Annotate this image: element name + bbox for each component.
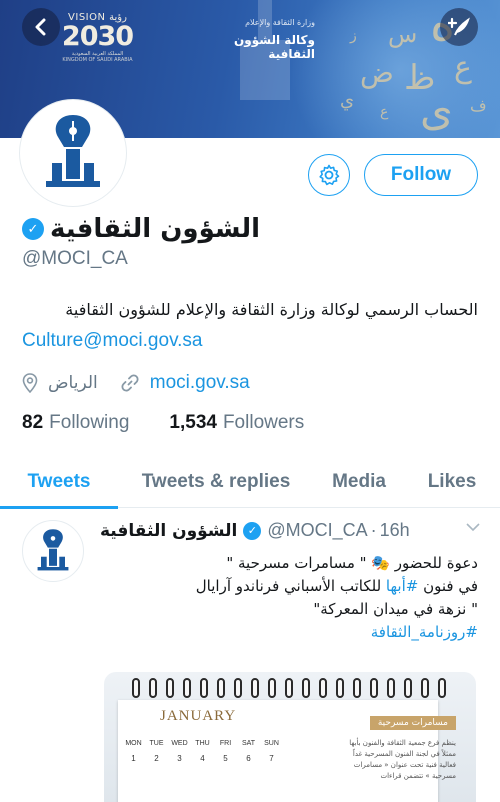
compose-plus-icon bbox=[448, 17, 470, 36]
date-number: 5 bbox=[223, 754, 228, 763]
weekday-label: THU bbox=[195, 740, 210, 747]
tweet-author-name[interactable]: الشؤون الثقافية bbox=[100, 521, 237, 541]
bio-email-link[interactable]: Culture@moci.gov.sa bbox=[22, 330, 203, 352]
link-icon bbox=[121, 374, 139, 392]
hashtag-link[interactable]: #روزنامة_الثقافة bbox=[98, 621, 478, 644]
calendar-weekdays: MON TUE WED THU FRI SAT SUN bbox=[124, 740, 281, 747]
tweet-text: دعوة للحضور 🎭 " مسامرات مسرحية " في فنون… bbox=[98, 552, 478, 644]
ministry-name: وزارة الثقافة والإعلام bbox=[245, 18, 315, 27]
letter-glyph: ض bbox=[360, 56, 394, 89]
date-number: 4 bbox=[200, 754, 205, 763]
agency-logo bbox=[46, 115, 100, 187]
tab-tweets-replies[interactable]: Tweets & replies bbox=[118, 456, 314, 508]
letter-glyph: س bbox=[388, 20, 418, 48]
vision-year: 2030 bbox=[61, 21, 134, 52]
tweet-time: 16h bbox=[379, 520, 410, 540]
weekday-label: SUN bbox=[264, 740, 279, 747]
tweet-line: " نزهة في ميدان المعركة" bbox=[313, 600, 478, 618]
agency-logo bbox=[37, 529, 69, 571]
weekday-label: MON bbox=[125, 740, 142, 747]
followers-number: 1,534 bbox=[169, 412, 217, 433]
tweet-line: دعوة للحضور 🎭 " مسامرات مسرحية " bbox=[226, 554, 478, 572]
calendar-dates: 1 2 3 4 5 6 7 bbox=[124, 754, 281, 763]
weekday-label: FRI bbox=[219, 740, 232, 747]
hashtag-link[interactable]: #أبها bbox=[386, 577, 418, 595]
tweet-item[interactable]: الشؤون الثقافية ✓ @MOCI_CA · 16h دعوة لل… bbox=[0, 508, 500, 802]
back-button[interactable] bbox=[22, 8, 60, 46]
profile-website-link[interactable]: moci.gov.sa bbox=[150, 372, 250, 394]
date-number: 3 bbox=[177, 754, 182, 763]
letter-glyph: ف bbox=[470, 96, 487, 115]
tweet-separator: · bbox=[370, 520, 377, 540]
date-number: 2 bbox=[154, 754, 159, 763]
date-number: 1 bbox=[131, 754, 136, 763]
followers-count[interactable]: 1,534 Followers bbox=[169, 412, 304, 434]
verified-badge-icon: ✓ bbox=[22, 218, 44, 240]
gear-icon bbox=[319, 164, 340, 186]
letter-glyph: ى bbox=[420, 86, 453, 135]
following-count[interactable]: 82 Following bbox=[22, 412, 129, 434]
profile-name-row: ✓ الشؤون الثقافية bbox=[22, 214, 260, 244]
tweet-avatar[interactable] bbox=[22, 520, 84, 582]
date-number: 7 bbox=[269, 754, 274, 763]
tweet-header: الشؤون الثقافية ✓ @MOCI_CA · 16h bbox=[100, 520, 410, 541]
tweet-text-segment: في فنون bbox=[418, 577, 478, 595]
letter-glyph: ي bbox=[340, 90, 355, 111]
profile-handle: @MOCI_CA bbox=[22, 248, 128, 269]
tab-tweets[interactable]: Tweets bbox=[0, 456, 118, 509]
profile-bio: الحساب الرسمي لوكالة وزارة الثقافة والإع… bbox=[65, 300, 478, 319]
weekday-label: TUE bbox=[149, 740, 164, 747]
followers-label: Followers bbox=[222, 412, 305, 433]
agency-name: وكالة الشؤون الثقافية bbox=[234, 33, 315, 61]
vision-2030-logo: VISION رؤية 2030 المملكة العربية السعودي… bbox=[50, 12, 145, 63]
calendar-event-tag: مسامرات مسرحية bbox=[369, 716, 456, 730]
profile-tabs: Tweets Tweets & replies Media Likes bbox=[0, 456, 500, 509]
compose-button[interactable] bbox=[440, 8, 478, 46]
vision-country-en: KINGDOM OF SAUDI ARABIA bbox=[62, 57, 133, 63]
weekday-label: SAT bbox=[241, 740, 256, 747]
agency-title: وزارة الثقافة والإعلام وكالة الشؤون الثق… bbox=[190, 18, 315, 61]
verified-badge-icon: ✓ bbox=[243, 521, 262, 540]
tweet-line: في فنون #أبها للكاتب الأسباني فرناندو آر… bbox=[98, 575, 478, 598]
profile-settings-button[interactable] bbox=[308, 154, 350, 196]
tab-likes[interactable]: Likes bbox=[404, 456, 500, 508]
tweet-author-handle: @MOCI_CA bbox=[267, 520, 368, 540]
letter-glyph: ع bbox=[380, 104, 389, 120]
chevron-left-icon bbox=[35, 18, 46, 36]
calendar-month: JANUARY bbox=[160, 708, 237, 724]
letter-glyph: ع bbox=[454, 50, 472, 85]
tab-media[interactable]: Media bbox=[314, 456, 404, 508]
profile-location: الرياض bbox=[48, 373, 98, 393]
profile-meta: الرياض moci.gov.sa bbox=[22, 372, 250, 394]
letter-glyph: ز bbox=[350, 28, 357, 44]
tweet-image[interactable]: JANUARY MON TUE WED THU FRI SAT SUN 1 2 … bbox=[104, 672, 476, 802]
follow-counts: 82 Following 1,534 Followers bbox=[22, 412, 344, 434]
calendar-event-text: ينظم فرع جمعية الثقافة والفنون بأبها ممث… bbox=[349, 739, 456, 780]
weekday-label: WED bbox=[171, 740, 188, 747]
follow-button[interactable]: Follow bbox=[364, 154, 478, 196]
tweet-text-segment: للكاتب الأسباني فرناندو آرايال bbox=[195, 577, 386, 595]
date-number: 6 bbox=[246, 754, 251, 763]
chevron-down-icon[interactable] bbox=[466, 522, 480, 532]
calendar-binding bbox=[132, 678, 446, 698]
profile-avatar[interactable] bbox=[20, 100, 126, 206]
profile-display-name: الشؤون الثقافية bbox=[50, 214, 261, 244]
location-pin-icon bbox=[22, 373, 38, 393]
following-number: 82 bbox=[22, 412, 44, 433]
following-label: Following bbox=[49, 412, 130, 433]
